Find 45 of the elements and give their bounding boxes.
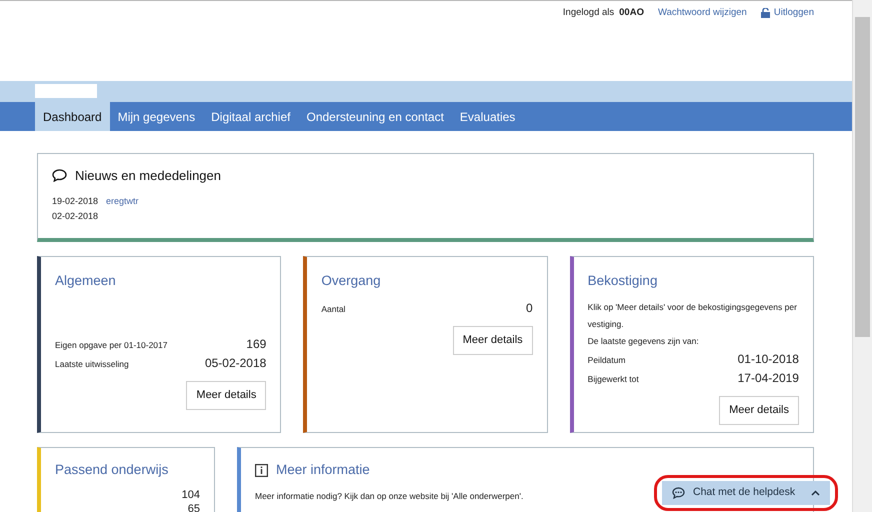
header-link[interactable]: Wachtwoord wijzigen: [658, 6, 747, 20]
stat-value: 104: [182, 488, 200, 502]
card-title: Passend onderwijs: [55, 461, 170, 479]
stat-label: Bijgewerkt tot: [588, 373, 639, 386]
stat-value: 01-10-2018: [738, 351, 799, 368]
news-link[interactable]: eregtwtr: [106, 194, 139, 208]
info-icon: [255, 464, 268, 477]
details-button[interactable]: Meer details: [452, 326, 533, 355]
card-text: De laatste gegevens zijn van:: [588, 335, 700, 348]
stat-value: 169: [246, 336, 266, 354]
redacted-area: [35, 84, 97, 98]
chat-button[interactable]: Chat met de helpdesk: [662, 481, 830, 505]
logout-link[interactable]: Uitloggen: [760, 6, 814, 20]
details-button[interactable]: Meer details: [719, 396, 799, 425]
stat-value: 17-04-2019: [738, 370, 799, 388]
news-title: Nieuws en mededelingen: [75, 167, 221, 185]
card-title: Meer informatie: [276, 461, 370, 479]
nav-tab[interactable]: Ondersteuning en contact: [298, 102, 452, 131]
scrollbar[interactable]: [852, 0, 872, 512]
stat-label: Aantal: [321, 303, 346, 316]
nav-tab[interactable]: Evaluaties: [452, 102, 524, 131]
stat-value: 05-02-2018: [204, 355, 266, 372]
lock-icon: [760, 8, 770, 18]
card-title: Algemeen: [55, 272, 117, 290]
card-text: Klik op 'Meer details' voor de bekostigingsgegevens per vestiging.: [588, 301, 798, 332]
card-text: Meer informatie nodig? Kijk dan op onze website bij 'Alle onderwerpen'.: [255, 490, 524, 504]
nav-tab[interactable]: Mijn gegevens: [110, 102, 204, 131]
username: 00AO: [619, 6, 644, 20]
login-label: Ingelogd als: [562, 6, 614, 20]
nav-tab[interactable]: Digitaal archief: [203, 102, 298, 131]
speech-bubble-icon: [52, 169, 67, 182]
stat-value: 65: [188, 502, 200, 512]
stat-label: Peildatum: [588, 354, 626, 368]
news-date: 02-02-2018: [52, 210, 98, 222]
nav-tab[interactable]: Dashboard: [35, 102, 110, 131]
stat-label: Eigen opgave per 01-10-2017: [55, 339, 168, 352]
caret-icon: [811, 490, 820, 496]
card-title: Overgang: [321, 272, 382, 290]
stat-value: 0: [526, 300, 533, 318]
card-title: Bekostiging: [588, 272, 658, 290]
details-button[interactable]: Meer details: [186, 381, 266, 410]
scrollbar-thumb[interactable]: [855, 17, 870, 337]
stat-label: Laatste uitwisseling: [55, 358, 129, 372]
chat-icon: [672, 487, 685, 500]
news-date: 19-02-2018: [52, 194, 98, 208]
